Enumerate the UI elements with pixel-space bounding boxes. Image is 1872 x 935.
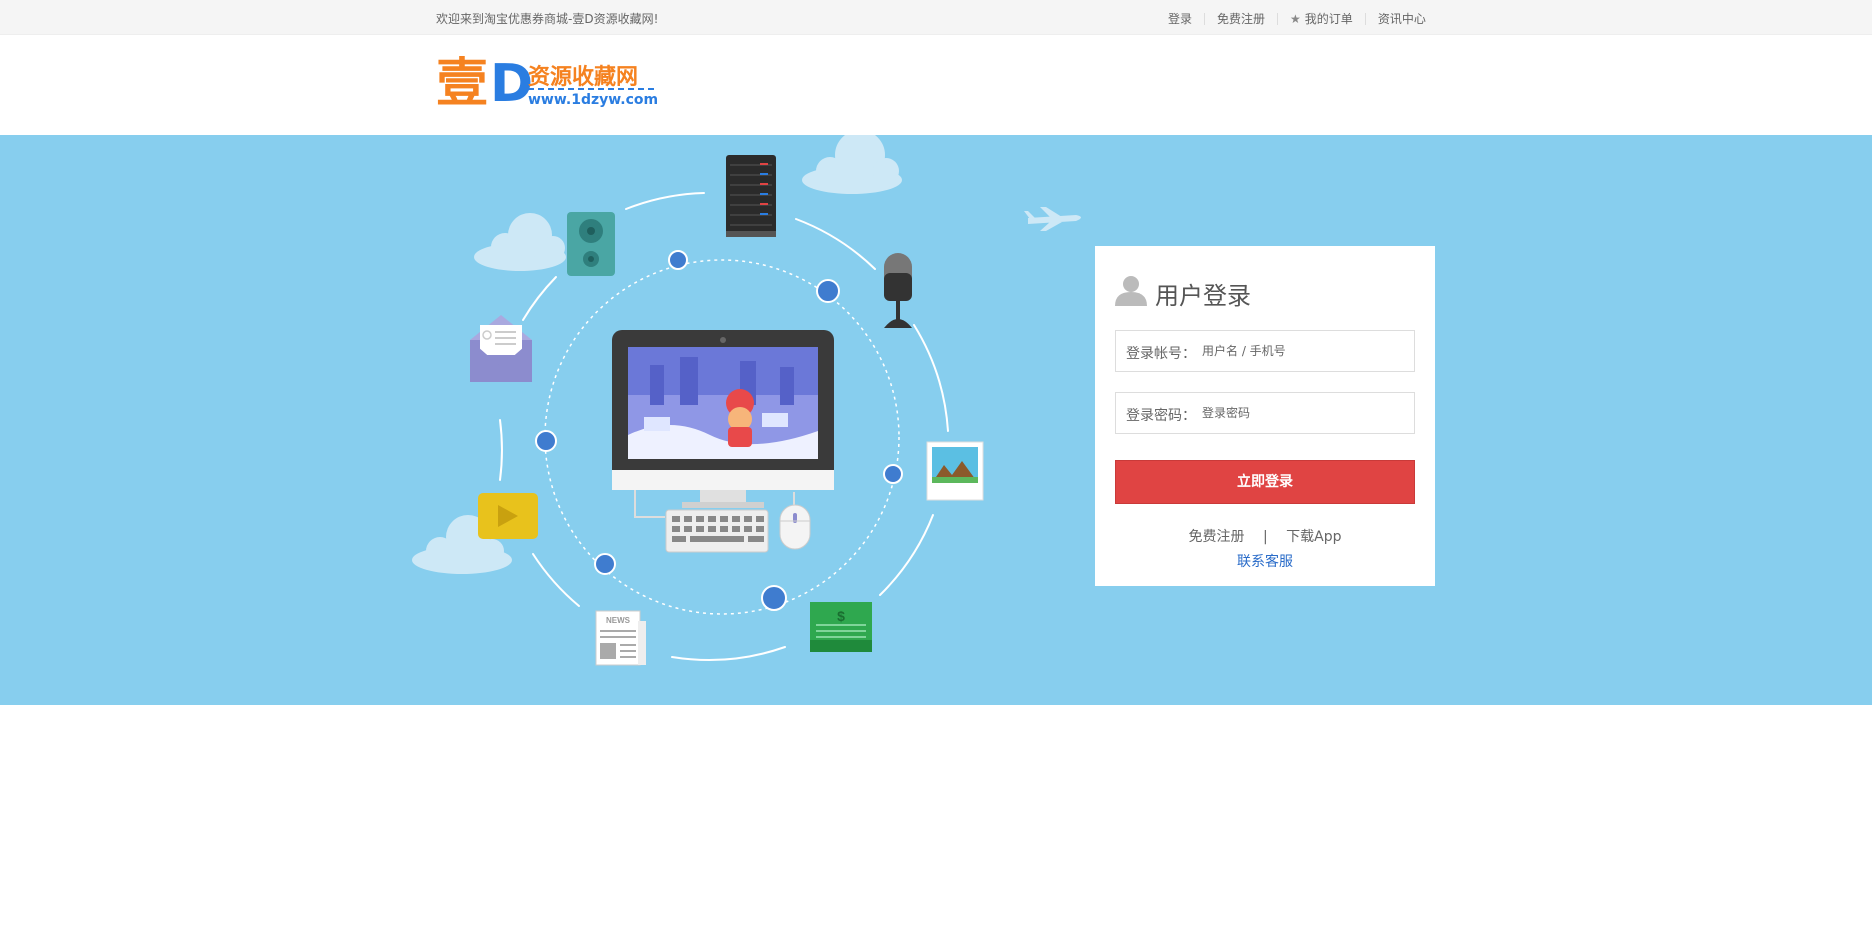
link-separator: | (1262, 529, 1268, 545)
header (0, 35, 1872, 135)
logo-url: www.1dzyw.com (528, 92, 659, 108)
password-field: 登录密码： (1115, 392, 1415, 434)
account-input[interactable] (1202, 339, 1402, 363)
contact-support-link[interactable]: 联系客服 (1095, 551, 1435, 571)
divider (1364, 12, 1366, 25)
logo-letter: D (490, 54, 534, 114)
login-submit-button[interactable]: 立即登录 (1115, 460, 1415, 504)
top-bar: 欢迎来到淘宝优惠券商城-壹D资源收藏网! 登录 免费注册 ★ 我的订单 资讯中心 (0, 0, 1872, 35)
computer-icon (612, 330, 834, 508)
cloud-icon (474, 213, 566, 271)
envelope-icon (470, 315, 532, 382)
account-field: 登录帐号： (1115, 330, 1415, 372)
microphone-icon (884, 253, 912, 328)
account-label: 登录帐号： (1126, 346, 1196, 362)
password-input[interactable] (1202, 401, 1402, 425)
my-orders-link[interactable]: 我的订单 (1305, 10, 1353, 27)
server-icon (726, 155, 776, 237)
divider (1277, 12, 1279, 25)
star-icon: ★ (1290, 11, 1301, 26)
site-logo[interactable]: 壹 D 资源收藏网 www.1dzyw.com (436, 54, 659, 114)
speaker-icon (567, 212, 615, 276)
register-link[interactable]: 免费注册 (1189, 529, 1245, 545)
login-title: 用户登录 (1155, 282, 1251, 310)
logo-divider (528, 88, 654, 90)
top-links: 登录 免费注册 ★ 我的订单 资讯中心 (1168, 10, 1426, 27)
mouse-icon (779, 492, 811, 550)
cloud-icon (802, 135, 902, 194)
play-icon (478, 493, 538, 539)
logo-char: 壹 (436, 54, 489, 114)
top-register-link[interactable]: 免费注册 (1217, 10, 1265, 27)
welcome-text: 欢迎来到淘宝优惠券商城-壹D资源收藏网! (436, 12, 659, 26)
download-app-link[interactable]: 下载App (1286, 529, 1341, 545)
password-label: 登录密码： (1126, 408, 1196, 424)
login-panel: 用户登录 登录帐号： 登录密码： 立即登录 免费注册 | 下载App 联系客服 (1095, 246, 1435, 586)
money-icon: $ (810, 602, 872, 652)
top-login-link[interactable]: 登录 (1168, 10, 1192, 27)
user-icon (1115, 276, 1147, 306)
news-center-link[interactable]: 资讯中心 (1378, 10, 1426, 27)
logo-name: 资源收藏网 (528, 65, 639, 90)
hero-illustration: NEWS $ (412, 135, 1081, 666)
divider (1204, 12, 1206, 25)
airplane-icon (1024, 207, 1081, 231)
news-icon: NEWS (595, 610, 646, 666)
image-icon (926, 441, 984, 501)
money-text: $ (837, 608, 845, 624)
news-text: NEWS (606, 616, 631, 625)
login-bottom-links: 免费注册 | 下载App (1095, 526, 1435, 546)
